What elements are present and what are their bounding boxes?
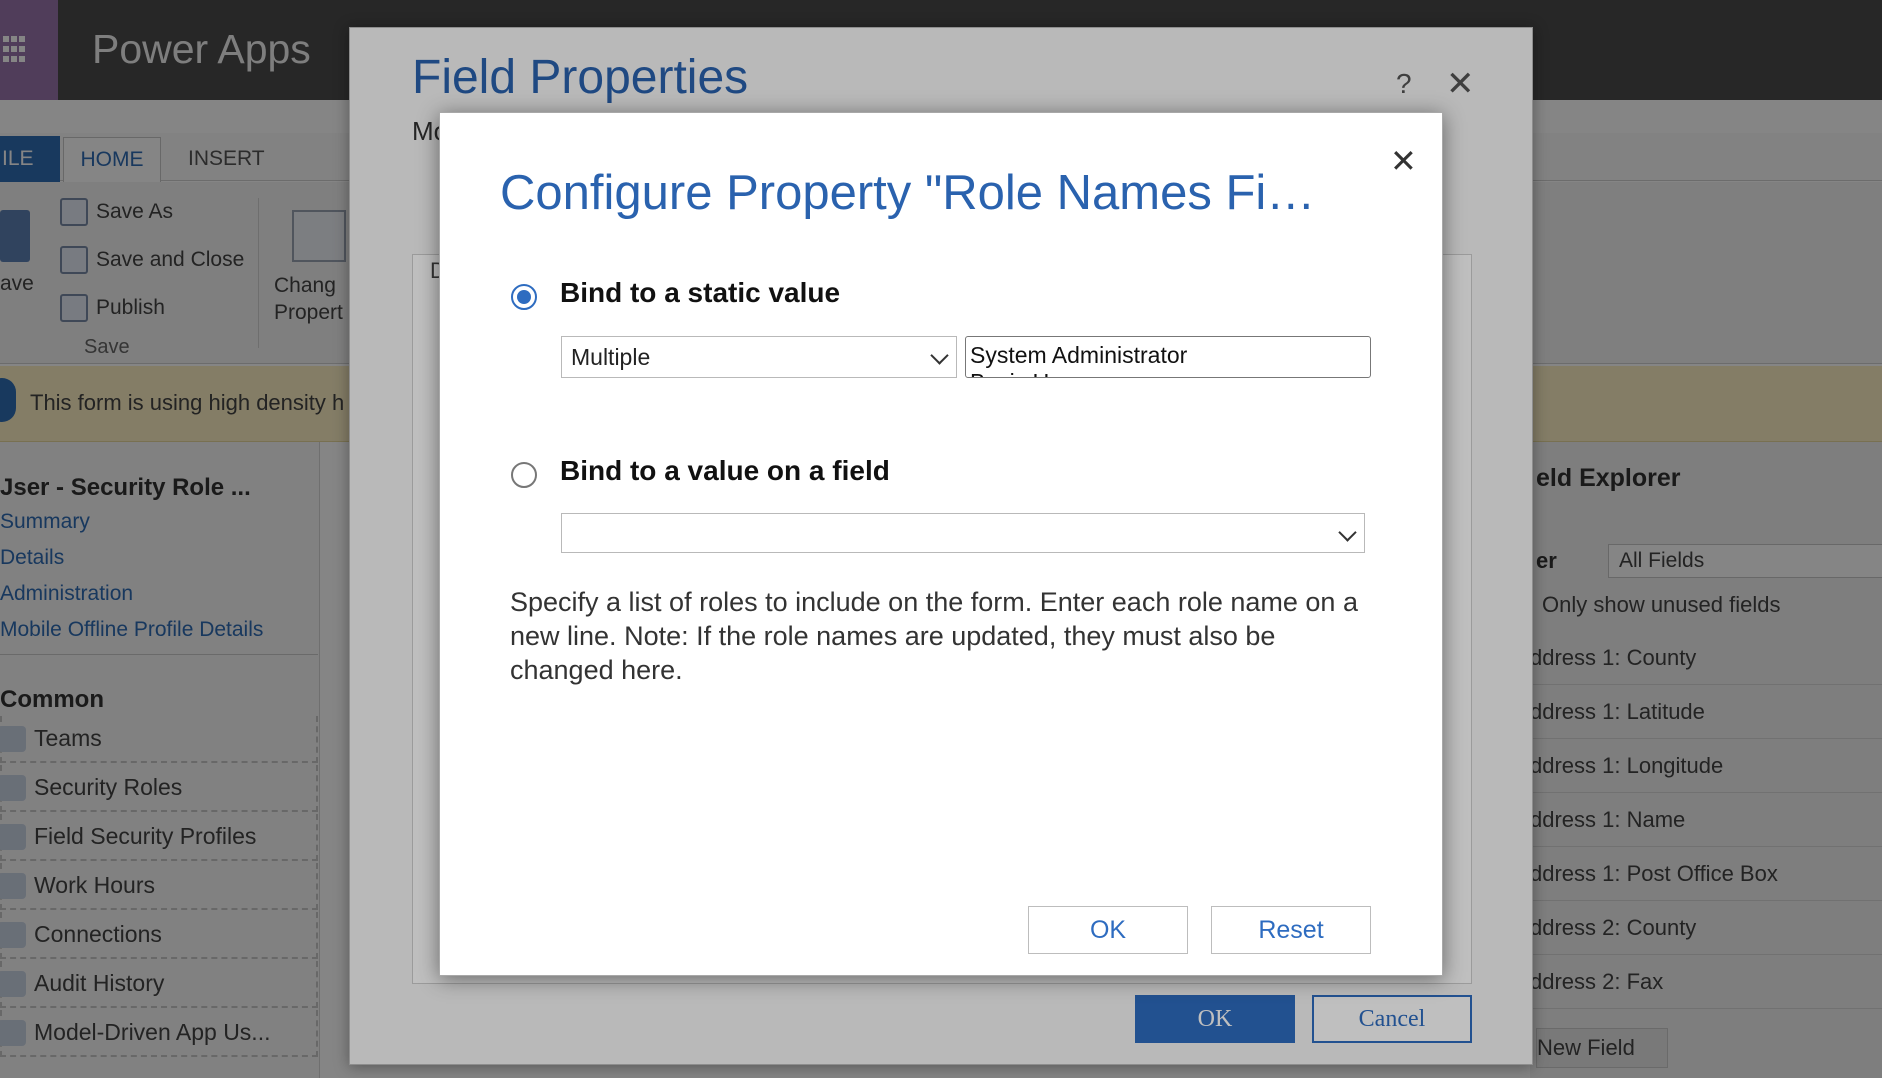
- reset-button[interactable]: Reset: [1211, 906, 1371, 954]
- ok-button[interactable]: OK: [1028, 906, 1188, 954]
- configure-property-dialog: ✕ Configure Property "Role Names Fi… Bin…: [439, 112, 1443, 976]
- radio-bind-field[interactable]: [511, 462, 537, 488]
- field-select[interactable]: [561, 513, 1365, 553]
- static-type-select[interactable]: Multiple: [561, 336, 957, 378]
- chevron-down-icon: [930, 346, 949, 365]
- bind-field-label[interactable]: Bind to a value on a field: [560, 455, 890, 487]
- static-type-value: Multiple: [571, 344, 651, 370]
- radio-bind-static[interactable]: [511, 284, 537, 310]
- description-text: Specify a list of roles to include on th…: [510, 587, 1358, 685]
- chevron-down-icon: [1338, 523, 1357, 542]
- close-icon[interactable]: ✕: [1390, 145, 1417, 177]
- bind-static-label[interactable]: Bind to a static value: [560, 277, 840, 309]
- role-names-textarea[interactable]: System Administrator Basic U: [965, 336, 1371, 378]
- configure-property-title: Configure Property "Role Names Fi…: [500, 166, 1316, 220]
